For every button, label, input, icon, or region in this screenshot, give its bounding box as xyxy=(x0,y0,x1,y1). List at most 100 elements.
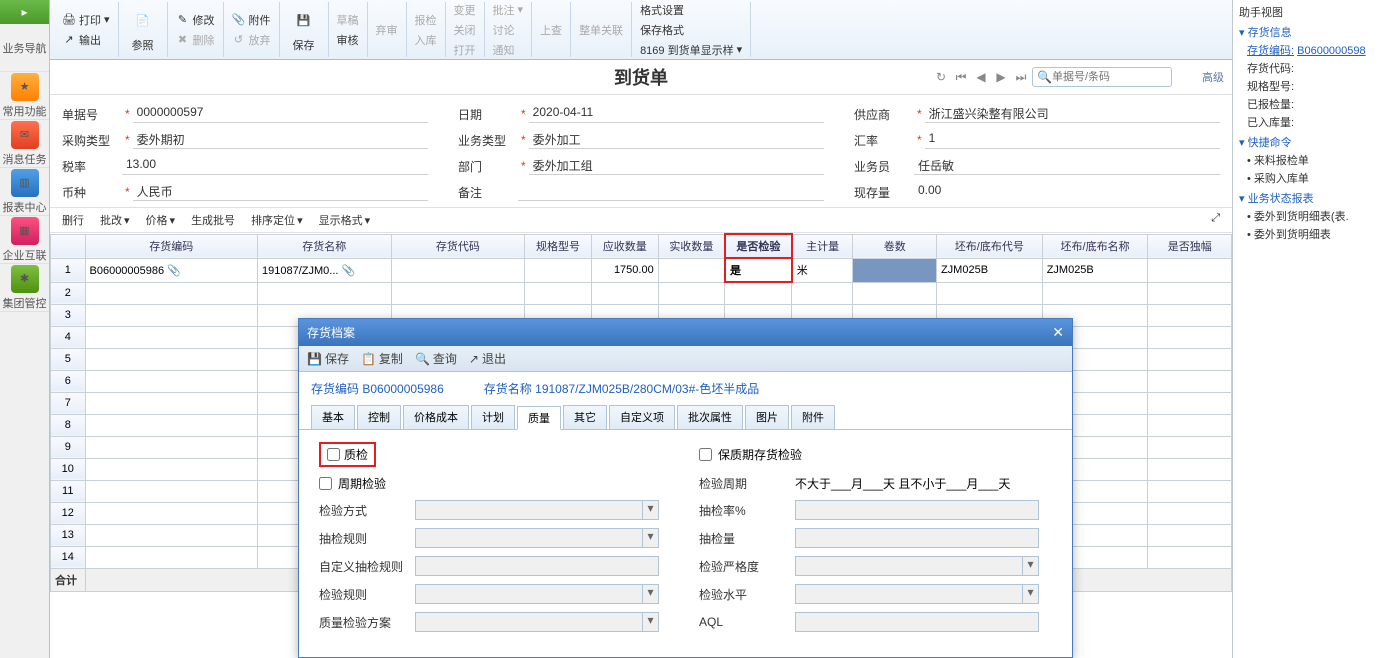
qc-plan-select[interactable]: ▾ xyxy=(415,612,659,632)
batch-edit-button[interactable]: 批改 ▾ xyxy=(100,212,130,228)
mail-icon: ✉ xyxy=(11,121,39,149)
inspect-level-select[interactable]: ▾ xyxy=(795,584,1039,604)
inspect-rule-select[interactable]: ▾ xyxy=(415,584,659,604)
nav-first[interactable]: ⏮ xyxy=(952,68,970,86)
template-select[interactable]: 8169 到货单显示样 ▾ xyxy=(636,40,746,60)
nav-ent[interactable]: ▦企业互联 xyxy=(0,216,49,264)
report-link-1[interactable]: 委外到货明细表(表. xyxy=(1247,208,1374,224)
aql-select[interactable] xyxy=(795,612,1039,632)
dlg-query-button[interactable]: 🔍 查询 xyxy=(415,350,457,367)
strict-select[interactable]: ▾ xyxy=(795,556,1039,576)
chevron-down-icon[interactable]: ▾ xyxy=(1022,557,1038,575)
fld-date-value[interactable]: 2020-04-11 xyxy=(529,105,824,123)
attach-button[interactable]: 📎附件 xyxy=(228,10,275,30)
tab-control[interactable]: 控制 xyxy=(357,405,401,429)
pencil-icon: ✎ xyxy=(176,13,190,27)
ref-button[interactable]: 📄参照 xyxy=(123,5,163,55)
del-row-button[interactable]: 删行 xyxy=(62,212,84,228)
tab-other[interactable]: 其它 xyxy=(563,405,607,429)
inspect-mode-select[interactable]: ▾ xyxy=(415,500,659,520)
nav-common[interactable]: ★常用功能 xyxy=(0,72,49,120)
gen-batch-button[interactable]: 生成批号 xyxy=(191,212,235,228)
stockin-button[interactable]: 入库 xyxy=(411,30,441,50)
link-all-button[interactable]: 整单关联 xyxy=(575,20,627,40)
search-input[interactable]: 🔍 xyxy=(1032,67,1172,87)
cycle-checkbox[interactable] xyxy=(319,477,332,490)
delete-button[interactable]: ✖删除 xyxy=(172,30,219,50)
output-button[interactable]: ↗输出 xyxy=(58,30,114,50)
price-button[interactable]: 价格 ▾ xyxy=(146,212,176,228)
fld-djh-value[interactable]: 0000000597 xyxy=(133,105,428,123)
trace-up-button[interactable]: 上查 xyxy=(536,20,566,40)
undo-icon: ↺ xyxy=(232,33,246,47)
draft-button[interactable]: 草稿 xyxy=(333,10,363,30)
qc-checkbox[interactable] xyxy=(327,448,340,461)
nav-last[interactable]: ⏭ xyxy=(1012,68,1030,86)
expand-grid-button[interactable]: ⤢ xyxy=(1211,212,1220,225)
shelf-life-checkbox[interactable] xyxy=(699,448,712,461)
dlg-exit-button[interactable]: ↗ 退出 xyxy=(469,350,506,367)
tab-basic[interactable]: 基本 xyxy=(311,405,355,429)
tab-batch[interactable]: 批次属性 xyxy=(677,405,743,429)
save-format-button[interactable]: 保存格式 xyxy=(636,20,746,40)
nav-report[interactable]: ▥报表中心 xyxy=(0,168,49,216)
table-row[interactable]: 2 xyxy=(51,282,1232,304)
dlg-copy-button[interactable]: 📋 复制 xyxy=(361,350,403,367)
print-icon: 🖨 xyxy=(62,13,76,27)
modify-button[interactable]: ✎修改 xyxy=(172,10,219,30)
discuss-button[interactable]: 讨论 xyxy=(489,20,528,40)
chevron-down-icon[interactable]: ▾ xyxy=(642,585,658,603)
quick-ruku[interactable]: 采购入库单 xyxy=(1247,170,1374,186)
chevron-down-icon[interactable]: ▾ xyxy=(642,529,658,547)
custom-rule-select[interactable] xyxy=(415,556,659,576)
report-link-2[interactable]: 委外到货明细表 xyxy=(1247,226,1374,242)
nav-biz[interactable]: 业务导航 xyxy=(0,24,49,72)
inv-code-link[interactable]: 存货编码: xyxy=(1247,45,1294,57)
close-icon[interactable]: ✕ xyxy=(1052,324,1064,341)
rp-sec-quick[interactable]: ▾ 快捷命令 xyxy=(1239,134,1374,150)
tab-plan[interactable]: 计划 xyxy=(471,405,515,429)
change-button[interactable]: 变更 xyxy=(450,0,480,20)
rp-sec-inventory[interactable]: ▾ 存货信息 xyxy=(1239,24,1374,40)
tab-quality[interactable]: 质量 xyxy=(517,406,561,430)
nav-prev[interactable]: ◀ xyxy=(972,68,990,86)
sort-button[interactable]: 排序定位 ▾ xyxy=(251,212,303,228)
print-button[interactable]: 🖨打印 ▾ xyxy=(58,10,114,30)
abandon-button[interactable]: ↺放弃 xyxy=(228,30,275,50)
chevron-down-icon[interactable]: ▾ xyxy=(1022,585,1038,603)
dialog-titlebar[interactable]: 存货档案 ✕ xyxy=(299,319,1072,346)
nav-next[interactable]: ▶ xyxy=(992,68,1010,86)
sample-rule-select[interactable]: ▾ xyxy=(415,528,659,548)
audit-button[interactable]: 审核 xyxy=(333,30,363,50)
fld-supplier-value[interactable]: 浙江盛兴染整有限公司 xyxy=(925,105,1220,123)
inspect-button[interactable]: 报检 xyxy=(411,10,441,30)
notify-button[interactable]: 通知 xyxy=(489,40,528,60)
nav-group[interactable]: ✱集团管控 xyxy=(0,264,49,312)
display-format-button[interactable]: 显示格式 ▾ xyxy=(319,212,371,228)
sample-rate-input[interactable] xyxy=(795,500,1039,520)
rp-sec-status[interactable]: ▾ 业务状态报表 xyxy=(1239,190,1374,206)
save-button[interactable]: 💾保存 xyxy=(284,5,324,55)
tab-image[interactable]: 图片 xyxy=(745,405,789,429)
ribbon-toolbar: 🖨打印 ▾ ↗输出 📄参照 ✎修改 ✖删除 📎附件 ↺放弃 💾保存 草稿 审核 xyxy=(50,0,1232,60)
advanced-link[interactable]: 高级 xyxy=(1202,69,1224,85)
unaudit-button[interactable]: 弃审 xyxy=(372,20,402,40)
tab-price[interactable]: 价格成本 xyxy=(403,405,469,429)
chevron-down-icon[interactable]: ▾ xyxy=(642,501,658,519)
nav-refresh[interactable]: ↻ xyxy=(932,68,950,86)
quick-baojian[interactable]: 来料报检单 xyxy=(1247,152,1374,168)
nav-msg[interactable]: ✉消息任务 xyxy=(0,120,49,168)
clip-icon[interactable]: 📎 xyxy=(342,265,356,277)
format-button[interactable]: 格式设置 xyxy=(636,0,746,20)
note-button[interactable]: 批注 ▾ xyxy=(489,0,528,20)
fld-supplier-label[interactable]: 供应商 xyxy=(854,106,914,123)
tab-custom[interactable]: 自定义项 xyxy=(609,405,675,429)
tab-attach[interactable]: 附件 xyxy=(791,405,835,429)
dlg-save-button[interactable]: 💾 保存 xyxy=(307,350,349,367)
chevron-down-icon[interactable]: ▾ xyxy=(642,613,658,631)
table-row[interactable]: 1 B06000005986 📎 191087/ZJM0... 📎 1750.0… xyxy=(51,258,1232,282)
open-button[interactable]: 打开 xyxy=(450,40,480,60)
sample-qty-input[interactable] xyxy=(795,528,1039,548)
clip-icon[interactable]: 📎 xyxy=(167,265,181,277)
close-button[interactable]: 关闭 xyxy=(450,20,480,40)
